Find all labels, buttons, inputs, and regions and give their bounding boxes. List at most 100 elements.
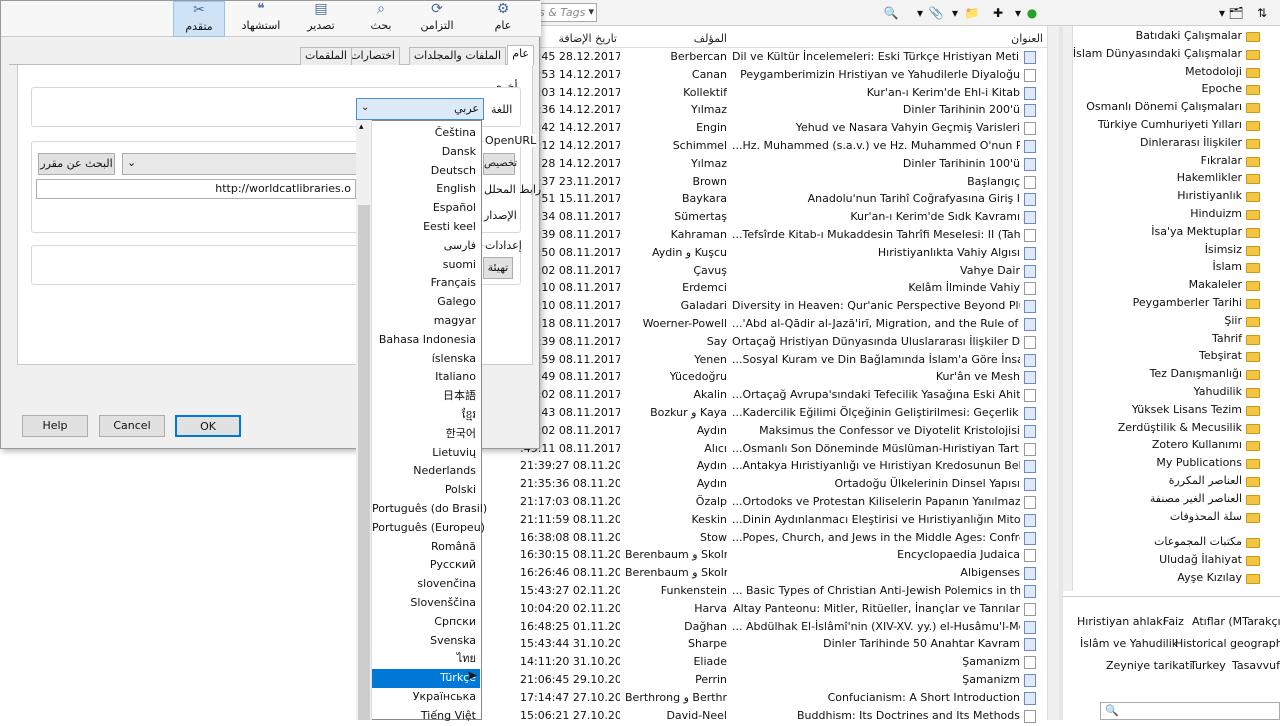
items-scrollbar[interactable] [1047, 26, 1059, 720]
tag-item[interactable]: İslâm ve Yahudilik [1080, 637, 1178, 650]
subtab-general[interactable]: عام [507, 45, 534, 65]
tab-sync[interactable]: ⟳ التزامن [411, 1, 463, 37]
table-row[interactable]: :55:02 08.11.2017 Çavuş Vahye Dair [520, 262, 1047, 280]
tag-item[interactable]: Faiz [1163, 615, 1184, 628]
table-row[interactable]: :55:28 14.12.2017 Yılmaz Dinler Tarihinin … [520, 155, 1047, 173]
table-row[interactable]: 21:39:27 08.11.2017 Aydın ...Antakya Hıris… [520, 457, 1047, 475]
language-option[interactable]: Bahasa Indonesia [372, 331, 480, 350]
collection-item[interactable]: İslam Dünyasındaki Çalışmalar [1073, 47, 1242, 60]
table-row[interactable]: :46:45 28.12.2017 Berbercan Dil ve Kültür … [520, 48, 1047, 66]
language-option[interactable]: Español [372, 199, 480, 218]
language-option[interactable]: Lietuvių [372, 444, 480, 463]
language-option[interactable]: Galego [372, 293, 480, 312]
tag-item[interactable]: Hıristiyan ahlakı [1077, 615, 1166, 628]
collection-item[interactable]: Makaleler [1189, 278, 1242, 291]
language-option[interactable]: Türkçe [372, 669, 480, 688]
table-row[interactable]: :34:49 08.11.2017 Yücedoğru Kur'ân ve Mesh [520, 368, 1047, 386]
table-row[interactable]: :00:36 14.12.2017 Yılmaz Dinler Tarihinin … [520, 101, 1047, 119]
table-row[interactable]: 17:14:47 27.10.2017 Berthrong و Berthrong… [520, 689, 1047, 707]
column-header-date-added[interactable]: تاريخ الإضافة [558, 32, 617, 45]
table-row[interactable]: :01:03 14.12.2017 Kollektif Kur'an-ı Kerim… [520, 84, 1047, 102]
collection-item[interactable]: Metodoloji [1185, 65, 1242, 78]
language-option[interactable]: suomi [372, 256, 480, 275]
new-library-folder-icon[interactable]: 🗂 [1228, 5, 1244, 21]
language-option[interactable]: Italiano [372, 368, 480, 387]
new-item-icon[interactable]: ● [1024, 5, 1040, 21]
table-row[interactable]: 21:06:45 29.10.2017 Perrin Şamanizm [520, 671, 1047, 689]
language-option[interactable]: Eesti keel [372, 218, 480, 237]
collection-item[interactable]: İslam [1213, 260, 1243, 273]
help-button[interactable]: Help [22, 415, 88, 437]
collection-item[interactable]: Tez Danışmanlığı [1150, 367, 1242, 380]
language-option[interactable]: Nederlands [372, 462, 480, 481]
tag-item[interactable]: Turkey [1190, 659, 1226, 672]
collection-item[interactable]: Şiir [1224, 314, 1242, 327]
collection-item[interactable]: Yahudilik [1194, 385, 1242, 398]
table-row[interactable]: :58:39 08.11.2017 Kahraman ...Tefsîrde Kit… [520, 226, 1047, 244]
chevron-up-icon[interactable]: ▴ [359, 122, 364, 132]
sync-icon[interactable]: ⇅ [1254, 5, 1270, 21]
table-row[interactable]: :44:10 08.11.2017 Galadari Diversity in He… [520, 297, 1047, 315]
subtab-shortcuts[interactable]: اختصارات [345, 47, 400, 65]
magnifier-icon[interactable]: 🔍 [883, 5, 899, 21]
table-row[interactable]: 14:11:20 31.10.2017 Eliade Şamanizm [520, 653, 1047, 671]
chevron-down-icon[interactable]: ▾ [947, 5, 963, 21]
table-row[interactable]: :39:39 08.11.2017 Say Ortaçağ Hristiyan Dü… [520, 333, 1047, 351]
subtab-files-folders[interactable]: الملفات والمجلدات [408, 47, 506, 65]
table-row[interactable]: :57:12 14.12.2017 Schimmel ...Hz. Muhammed… [520, 137, 1047, 155]
collection-item[interactable]: Hinduizm [1190, 207, 1242, 220]
collection-item[interactable]: مكتبات المجموعات [1154, 535, 1242, 548]
tag-item[interactable]: Atıflar (MTarakçı) [1192, 615, 1280, 628]
ok-button[interactable]: OK [175, 415, 241, 437]
table-row[interactable]: 16:48:25 01.11.2017 Dağhan ... Abdülhak El… [520, 618, 1047, 636]
collection-item[interactable]: Hıristiyanlık [1177, 189, 1242, 202]
language-select[interactable]: عربي ⌄ [356, 98, 484, 120]
language-option[interactable]: Tiếng Việt [372, 707, 480, 726]
table-row[interactable]: :37:59 08.11.2017 Yenen ...Sosyal Kuram ve… [520, 351, 1047, 369]
subtab-feeds[interactable]: الملقمات [299, 47, 352, 65]
collection-item[interactable]: Fıkralar [1201, 154, 1242, 167]
resolver-custom-button[interactable]: تخصيص [483, 153, 517, 175]
table-row[interactable]: :08:37 23.11.2017 Brown Başlangıç [520, 173, 1047, 191]
language-option[interactable]: Deutsch [372, 162, 480, 181]
table-row[interactable]: 21:17:03 08.11.2017 Özalp ...Ortodoks ve P… [520, 493, 1047, 511]
table-row[interactable]: :21:51 15.11.2017 Baykara Anadolu'nun Tari… [520, 190, 1047, 208]
collection-item[interactable]: Türkiye Cumhuriyeti Yılları [1098, 118, 1242, 131]
collection-item[interactable]: İsa'ya Mektuplar [1151, 225, 1242, 238]
table-row[interactable]: 16:26:46 08.11.2017 Berenbaum و Skolnik Al… [520, 564, 1047, 582]
tag-item[interactable]: Historical geography [1175, 637, 1280, 650]
new-collection-icon[interactable]: 📁 [964, 5, 980, 21]
language-option[interactable]: Polski [372, 481, 480, 500]
table-row[interactable]: :55:50 08.11.2017 Aydin و Kuşcu Hıristiyan… [520, 244, 1047, 262]
table-row[interactable]: :01:34 08.11.2017 Sümertaş Kur'an-ı Kerim'… [520, 208, 1047, 226]
table-row[interactable]: :31:02 08.11.2017 Akalin ...Ortaçağ Avrupa… [520, 386, 1047, 404]
collection-item[interactable]: İsimsiz [1205, 243, 1242, 256]
language-option[interactable]: Português (do Brasil) [372, 500, 487, 519]
collection-item[interactable]: Peygamberler Tarihi [1133, 296, 1242, 309]
search-resolver-button[interactable]: البحث عن مقرر [38, 153, 115, 175]
column-header-title[interactable]: العنوان [1011, 32, 1043, 45]
language-option[interactable]: ไทย [372, 650, 480, 669]
language-option[interactable]: íslenska [372, 350, 480, 369]
language-option[interactable]: ខ្មែរ [372, 406, 480, 425]
language-option[interactable]: Українська [372, 688, 480, 707]
table-row[interactable]: 16:38:08 08.11.2017 Stow ...Popes, Church,… [520, 529, 1047, 547]
add-by-identifier-icon[interactable]: ✚ [990, 5, 1006, 21]
tab-general[interactable]: ⚙ عام [477, 1, 529, 37]
collection-item[interactable]: Tebşirat [1199, 349, 1242, 362]
language-option[interactable]: Slovenščina [372, 594, 480, 613]
collections-scrollbar[interactable] [1063, 26, 1073, 591]
language-list-scroll-thumb[interactable] [358, 205, 370, 720]
attach-icon[interactable]: 📎 [928, 5, 944, 21]
tab-search[interactable]: ⌕ بحث [355, 1, 407, 37]
table-row[interactable]: :47:02 08.11.2017 Aydın Maksimus the Confe… [520, 422, 1047, 440]
collection-item[interactable]: Uludağ İlahiyat [1159, 553, 1242, 566]
resolver-select[interactable]: ⌄ [122, 153, 362, 175]
collection-item[interactable]: العناصر المكررة [1169, 474, 1242, 487]
collection-item[interactable]: Zerdüştilik & Mecusilik [1118, 421, 1242, 434]
cancel-button[interactable]: Cancel [99, 415, 165, 437]
table-row[interactable]: :45:11 08.11.2017 Alıcı ...Osmanlı Son Dön… [520, 440, 1047, 458]
collection-item[interactable]: Dinlerarası İlişkiler [1140, 136, 1242, 149]
language-option[interactable]: Svenska [372, 632, 480, 651]
language-option[interactable]: English [372, 180, 480, 199]
